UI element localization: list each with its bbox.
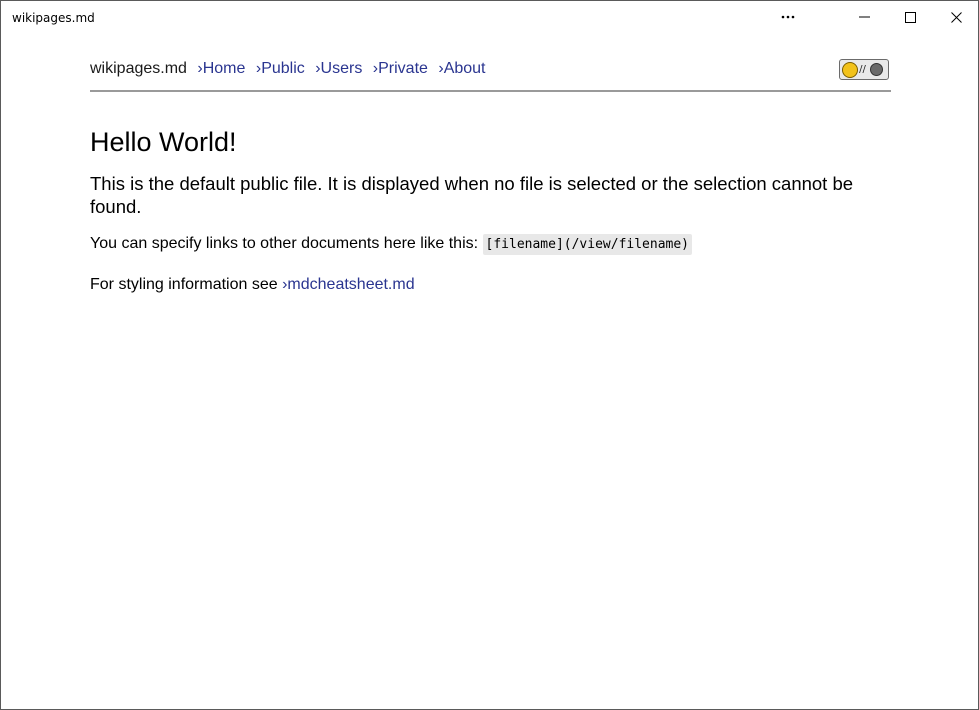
theme-separator: // bbox=[859, 64, 866, 75]
page-title: Hello World! bbox=[90, 127, 237, 157]
theme-toggle-button[interactable]: // bbox=[839, 59, 889, 80]
nav-link-private[interactable]: ›Private bbox=[373, 60, 428, 77]
mdcheatsheet-link[interactable]: ›mdcheatsheet.md bbox=[282, 276, 415, 293]
close-icon bbox=[950, 11, 962, 23]
sun-icon bbox=[845, 64, 856, 75]
maximize-icon bbox=[904, 11, 916, 23]
site-brand: wikipages.md bbox=[90, 60, 187, 77]
link-syntax-code: [filename](/view/filename) bbox=[482, 234, 693, 255]
moon-icon bbox=[869, 63, 883, 76]
styling-paragraph: For styling information see ›mdcheatshee… bbox=[90, 273, 891, 297]
maximize-button[interactable] bbox=[887, 1, 933, 33]
more-horizontal-icon bbox=[781, 15, 795, 19]
more-button[interactable] bbox=[765, 1, 811, 33]
breadcrumb: wikipages.md ›Home ›Public ›Users ›Priva… bbox=[90, 60, 486, 78]
links-paragraph: You can specify links to other documents… bbox=[90, 232, 891, 257]
page-content: wikipages.md ›Home ›Public ›Users ›Priva… bbox=[90, 33, 891, 297]
title-bar[interactable]: wikipages.md bbox=[1, 1, 978, 33]
nav-link-about[interactable]: ›About bbox=[438, 60, 485, 77]
app-window: wikipages.md wikipages.md ›Home ›Public … bbox=[0, 0, 979, 710]
nav-link-users[interactable]: ›Users bbox=[315, 60, 362, 77]
links-text: You can specify links to other documents… bbox=[90, 235, 479, 252]
nav-link-home[interactable]: ›Home bbox=[197, 60, 245, 77]
nav-link-public[interactable]: ›Public bbox=[256, 60, 305, 77]
close-button[interactable] bbox=[933, 1, 979, 33]
minimize-icon bbox=[858, 16, 870, 18]
top-nav: wikipages.md ›Home ›Public ›Users ›Priva… bbox=[90, 33, 891, 92]
lead-paragraph: This is the default public file. It is d… bbox=[90, 173, 854, 217]
minimize-button[interactable] bbox=[841, 1, 887, 33]
styling-text: For styling information see bbox=[90, 276, 278, 293]
window-title: wikipages.md bbox=[12, 11, 95, 25]
